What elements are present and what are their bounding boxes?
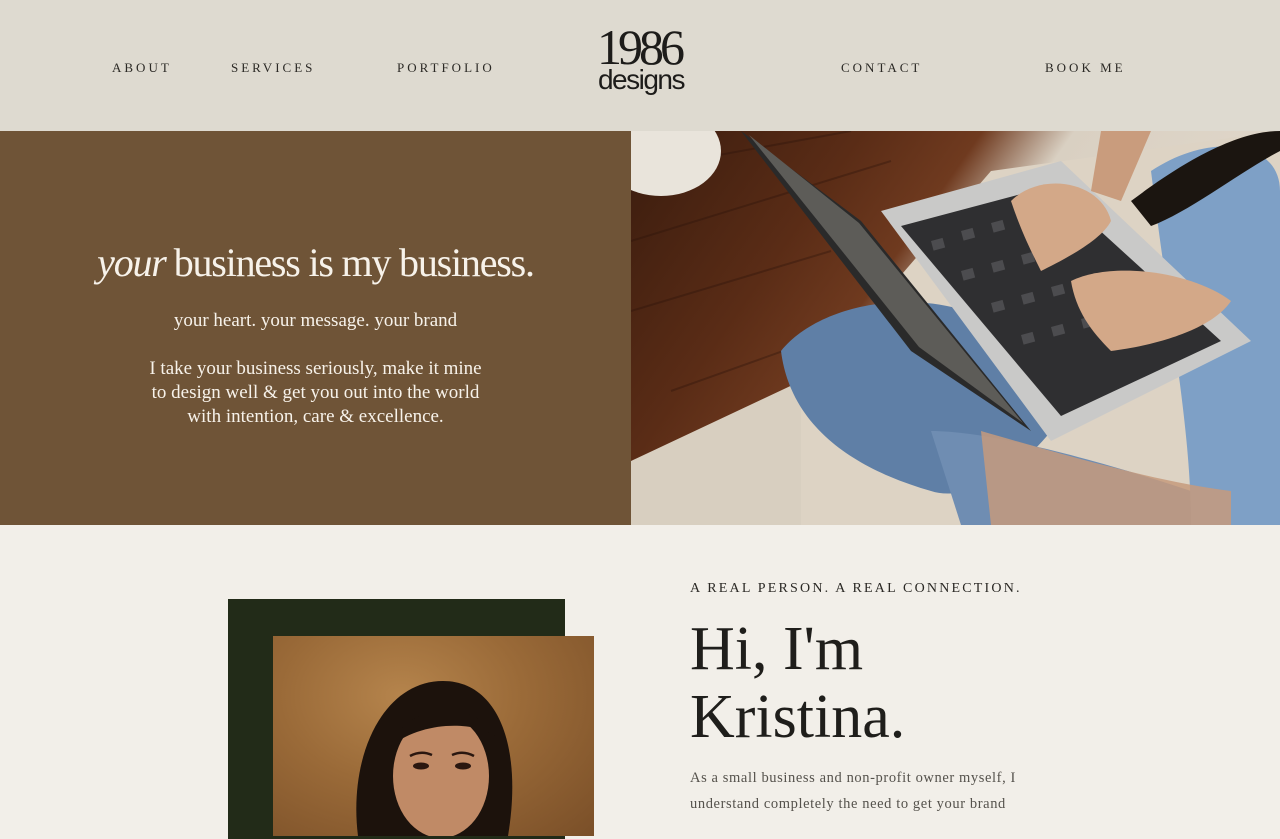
nav-about-link[interactable]: ABOUT <box>112 60 172 76</box>
portrait-photo <box>273 636 594 836</box>
site-header: ABOUT SERVICES PORTFOLIO 1986 designs CO… <box>0 0 1280 131</box>
about-bio: As a small business and non-profit owner… <box>690 770 1016 812</box>
hero-body-line: to design well & get you out into the wo… <box>151 382 480 403</box>
nav-contact-link[interactable]: CONTACT <box>841 60 922 76</box>
nav-book-me-link[interactable]: BOOK ME <box>1045 60 1126 76</box>
about-section: A REAL PERSON. A REAL CONNECTION. Hi, I'… <box>0 525 1280 839</box>
hero-body-line: with intention, care & excellence. <box>187 406 444 427</box>
hero-body-line: I take your business seriously, make it … <box>149 358 482 379</box>
nav-portfolio-link[interactable]: PORTFOLIO <box>397 60 495 76</box>
logo-word: designs <box>597 64 686 95</box>
hero-laptop-photo <box>631 131 1280 525</box>
nav-services-link[interactable]: SERVICES <box>231 60 315 76</box>
hero-tagline: your heart. your message. your brand <box>173 310 458 331</box>
about-eyebrow: A REAL PERSON. A REAL CONNECTION. <box>690 581 1022 596</box>
hero-headline-italic: your <box>97 240 167 285</box>
about-greeting: Hi, I'm Kristina. <box>690 615 905 751</box>
hero-headline: your business is my business. <box>0 239 631 287</box>
greeting-line: Kristina. <box>690 683 906 751</box>
site-logo[interactable]: 1986 designs <box>596 22 686 104</box>
hero-headline-rest: business is my business. <box>173 240 535 285</box>
portrait-illustration <box>356 681 513 836</box>
laptop-illustration <box>631 131 1280 525</box>
greeting-line: Hi, I'm <box>690 615 864 683</box>
hero-body: I take your business seriously, make it … <box>0 357 631 429</box>
hero-text-panel: your business is my business. your heart.… <box>0 131 631 525</box>
